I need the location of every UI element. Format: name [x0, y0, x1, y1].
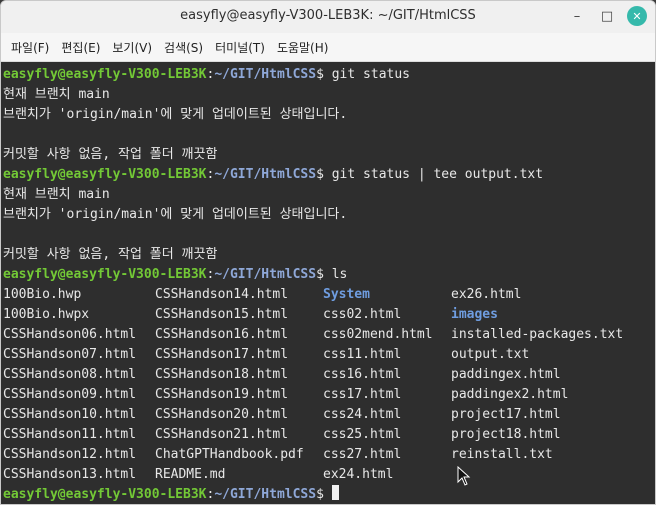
file-entry: installed-packages.txt [451, 327, 624, 342]
file-entry: css02mend.html [323, 327, 433, 342]
file-entry: css02.html [323, 307, 402, 322]
file-entry: reinstall.txt [451, 447, 553, 462]
prompt-path: ~/GIT/HtmlCSS [214, 267, 317, 282]
prompt-line: easyfly@easyfly-V300-LEB3K:~/GIT/HtmlCSS… [3, 65, 643, 85]
menu-file[interactable]: 파일(F) [5, 39, 55, 56]
output-line: 커밋할 사항 없음, 작업 폴더 깨끗함 [3, 147, 218, 162]
mouse-pointer-icon [457, 466, 471, 486]
file-entry: CSSHandson09.html [3, 387, 137, 402]
terminal-window: easyfly@easyfly-V300-LEB3K: ~/GIT/HtmlCS… [0, 0, 656, 505]
file-entry: CSSHandson18.html [155, 367, 289, 382]
file-entry: ChatGPTHandbook.pdf [155, 447, 304, 462]
output-line: 브랜치가 'origin/main'에 맞게 업데이트된 상태입니다. [3, 207, 348, 222]
file-entry: CSSHandson07.html [3, 347, 137, 362]
maximize-button[interactable]: □ [597, 6, 617, 26]
file-entry: project18.html [451, 427, 561, 442]
file-entry: paddingex2.html [451, 387, 569, 402]
file-entry: CSSHandson10.html [3, 407, 137, 422]
menu-view[interactable]: 보기(V) [106, 39, 158, 56]
file-entry: output.txt [451, 347, 530, 362]
file-entry: css25.html [323, 427, 402, 442]
file-entry: css11.html [323, 347, 402, 362]
window-controls: – □ ✕ [567, 6, 647, 26]
menu-search[interactable]: 검색(S) [158, 39, 209, 56]
minimize-button[interactable]: – [567, 6, 587, 26]
command-text: ls [323, 267, 348, 282]
directory-entry: System [323, 287, 370, 302]
output-line: 현재 브랜치 main [3, 187, 110, 202]
file-entry: CSSHandson13.html [3, 467, 137, 482]
output-line: 커밋할 사항 없음, 작업 폴더 깨끗함 [3, 247, 218, 262]
title-bar[interactable]: easyfly@easyfly-V300-LEB3K: ~/GIT/HtmlCS… [1, 1, 655, 33]
prompt-user-host: easyfly@easyfly-V300-LEB3K [3, 487, 207, 502]
file-entry: CSSHandson19.html [155, 387, 289, 402]
menu-help[interactable]: 도움말(H) [271, 39, 335, 56]
file-entry: CSSHandson21.html [155, 427, 289, 442]
file-entry: ex26.html [451, 287, 522, 302]
file-entry: README.md [155, 467, 226, 482]
file-entry: ex24.html [323, 467, 394, 482]
file-entry: CSSHandson12.html [3, 447, 137, 462]
prompt-path: ~/GIT/HtmlCSS [214, 167, 317, 182]
file-entry: css24.html [323, 407, 402, 422]
prompt-line: easyfly@easyfly-V300-LEB3K:~/GIT/HtmlCSS… [3, 265, 643, 285]
ls-listing: 100Bio.hwp CSSHandson14.html System ex26.ht… [3, 285, 643, 485]
window-title: easyfly@easyfly-V300-LEB3K: ~/GIT/HtmlCS… [180, 8, 476, 23]
prompt-path: ~/GIT/HtmlCSS [214, 487, 317, 502]
text-cursor [331, 485, 339, 500]
file-entry: css27.html [323, 447, 402, 462]
file-entry: 100Bio.hwp [3, 287, 82, 302]
scrollbar[interactable] [645, 62, 655, 504]
file-entry: CSSHandson08.html [3, 367, 137, 382]
menu-bar: 파일(F) 편집(E) 보기(V) 검색(S) 터미널(T) 도움말(H) [1, 33, 655, 62]
prompt-dollar: $ [316, 487, 324, 502]
file-entry: CSSHandson17.html [155, 347, 289, 362]
file-entry [451, 465, 641, 485]
directory-entry: images [451, 307, 498, 322]
output-line: 브랜치가 'origin/main'에 맞게 업데이트된 상태입니다. [3, 107, 348, 122]
terminal-output[interactable]: easyfly@easyfly-V300-LEB3K:~/GIT/HtmlCSS… [1, 62, 655, 504]
command-text: git status | tee output.txt [323, 167, 544, 182]
menu-terminal[interactable]: 터미널(T) [209, 39, 271, 56]
prompt-line: easyfly@easyfly-V300-LEB3K:~/GIT/HtmlCSS… [3, 165, 643, 185]
prompt-path: ~/GIT/HtmlCSS [214, 67, 317, 82]
file-entry: CSSHandson15.html [155, 307, 289, 322]
terminal-content: easyfly@easyfly-V300-LEB3K:~/GIT/HtmlCSS… [3, 65, 643, 504]
prompt-user-host: easyfly@easyfly-V300-LEB3K [3, 67, 207, 82]
file-entry: css17.html [323, 387, 402, 402]
close-button[interactable]: ✕ [627, 6, 647, 26]
file-entry: CSSHandson06.html [3, 327, 137, 342]
file-entry: CSSHandson16.html [155, 327, 289, 342]
file-entry: CSSHandson14.html [155, 287, 289, 302]
output-line: 현재 브랜치 main [3, 87, 110, 102]
file-entry: project17.html [451, 407, 561, 422]
menu-edit[interactable]: 편집(E) [55, 39, 106, 56]
file-entry: paddingex.html [451, 367, 561, 382]
file-entry: css16.html [323, 367, 402, 382]
prompt-dollar: $ [316, 167, 324, 182]
prompt-dollar: $ [316, 67, 324, 82]
file-entry: CSSHandson11.html [3, 427, 137, 442]
prompt-user-host: easyfly@easyfly-V300-LEB3K [3, 267, 207, 282]
file-entry: 100Bio.hwpx [3, 307, 90, 322]
command-text: git status [323, 67, 410, 82]
prompt-line: easyfly@easyfly-V300-LEB3K:~/GIT/HtmlCSS… [3, 485, 643, 504]
prompt-user-host: easyfly@easyfly-V300-LEB3K [3, 167, 207, 182]
prompt-dollar: $ [316, 267, 324, 282]
file-entry: CSSHandson20.html [155, 407, 289, 422]
